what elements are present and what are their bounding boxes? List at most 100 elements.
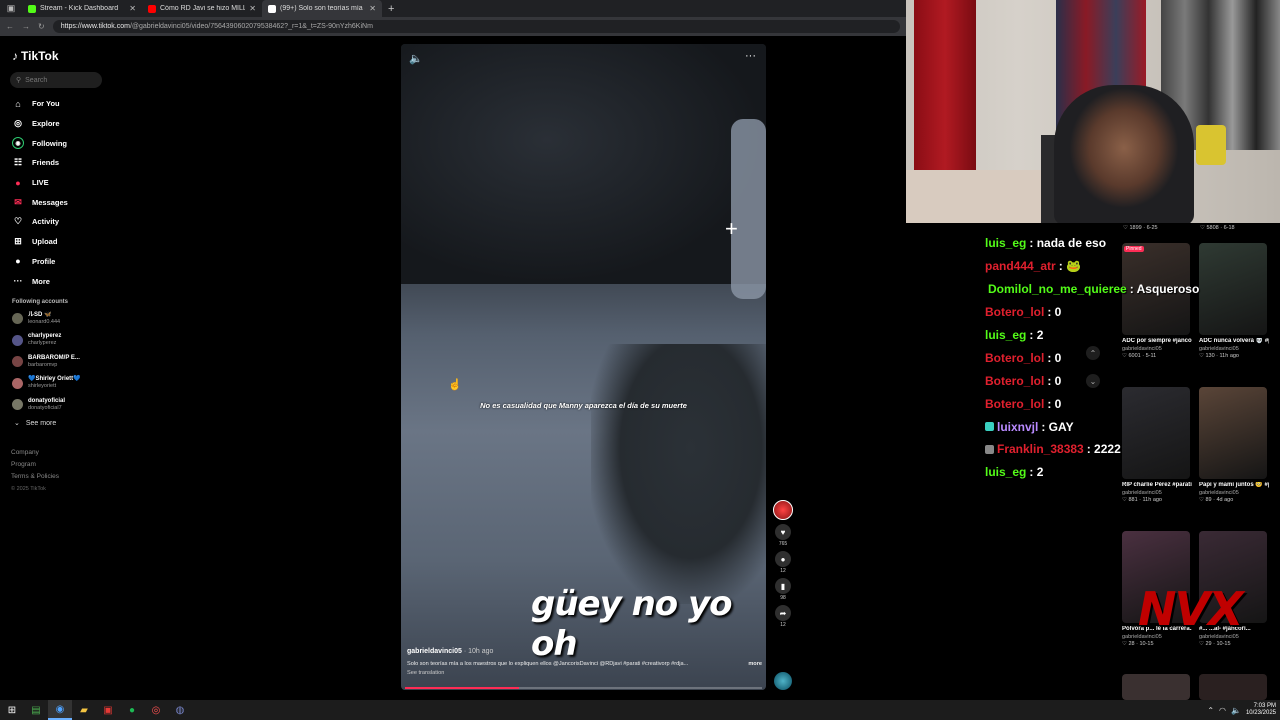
nav-item-explore[interactable]: ◎ Explore: [0, 114, 120, 134]
home-icon: ⌂: [15, 98, 21, 109]
see-more-button[interactable]: ⌄ See more: [0, 415, 120, 431]
share-button[interactable]: ➦ 12: [772, 605, 794, 628]
browser-toolbar: ← → ↻ https://www.tiktok.com /@gabrielda…: [0, 17, 906, 36]
creator-avatar[interactable]: [772, 500, 794, 520]
tray-chevron-icon[interactable]: ⌃: [1207, 706, 1214, 715]
chat-badge-icon: [985, 444, 994, 454]
related-video-card[interactable]: Papi y mami juntos 🥺 #parat... gabrieldav…: [1199, 387, 1269, 504]
bookmark-button[interactable]: ▮ 98: [772, 578, 794, 601]
chat-username[interactable]: Botero_lol: [985, 374, 1044, 388]
video-stats: ♡ 881 · 11h ago: [1122, 497, 1162, 503]
related-video-card[interactable]: ADC nunca volverá 💀 #parati... gabrieldav…: [1199, 243, 1269, 360]
following-account[interactable]: 💙Shirley Oriett💙 shirleyoriett: [0, 372, 120, 394]
nav-item-activity[interactable]: ♡ Activity: [0, 212, 120, 232]
chat-username[interactable]: pand444_atr: [985, 259, 1056, 273]
account-text: donatyoficial donatyoficial7: [28, 398, 65, 412]
reload-icon[interactable]: ↻: [38, 22, 45, 31]
nav-item-label: Explore: [32, 119, 60, 129]
chrome-icon[interactable]: ◉: [48, 700, 72, 720]
nav-item-profile[interactable]: ● Profile: [0, 252, 120, 272]
following-account[interactable]: donatyoficial donatyoficial7: [0, 394, 120, 416]
forward-icon[interactable]: →: [22, 22, 30, 31]
previous-video-button[interactable]: ⌃: [1086, 346, 1100, 360]
nav-item-upload[interactable]: ⊞ Upload: [0, 232, 120, 252]
chat-username[interactable]: Domilol_no_me_quieree: [988, 282, 1127, 296]
back-icon[interactable]: ←: [6, 22, 14, 31]
video-author[interactable]: gabrieldavinci05 · 10h ago: [407, 648, 762, 655]
nav-item-more[interactable]: ··· More: [0, 271, 120, 291]
chat-username[interactable]: Botero_lol: [985, 397, 1044, 411]
chat-message: Domilol_no_me_quieree: Asqueroso: [985, 278, 1199, 301]
related-video-card[interactable]: [1122, 674, 1192, 700]
spotify-icon[interactable]: ●: [120, 700, 144, 720]
wifi-icon[interactable]: ◠: [1219, 706, 1226, 715]
volume-icon[interactable]: 🔈: [409, 52, 423, 65]
app-red-icon[interactable]: ▣: [96, 700, 120, 720]
search-input[interactable]: ⚲ Search: [10, 72, 102, 88]
more-button[interactable]: more: [748, 661, 762, 667]
discord-icon[interactable]: ◍: [168, 700, 192, 720]
nav-item-following[interactable]: ◉ Following: [0, 133, 120, 153]
video-meta: gabrieldavinci05 · 10h ago Solo son teor…: [407, 648, 762, 676]
avatar: [12, 334, 23, 346]
chat-text: : 2: [1029, 328, 1044, 342]
related-video-card[interactable]: [1199, 674, 1269, 700]
video-thumbnail: [1199, 387, 1267, 479]
like-button[interactable]: ♥ 765: [772, 524, 794, 547]
video-progress-bar[interactable]: [405, 687, 762, 689]
nav-item-label: Activity: [32, 217, 60, 227]
clock[interactable]: 7:03 PM 10/23/2025: [1246, 703, 1276, 717]
next-video-button[interactable]: ⌄: [1086, 374, 1100, 388]
see-translation-link[interactable]: See translation: [407, 670, 762, 676]
chat-text: : nada de eso: [1029, 236, 1107, 251]
chat-username[interactable]: luixnvjl: [997, 420, 1038, 434]
chat-username[interactable]: Botero_lol: [985, 351, 1044, 365]
chat-username[interactable]: luis_eg: [985, 236, 1026, 250]
video-player[interactable]: 🔈 ··· + No es casualidad que Manny apare…: [401, 44, 766, 690]
windows-start-icon[interactable]: ⊞: [0, 700, 24, 720]
chat-username[interactable]: Botero_lol: [985, 305, 1044, 319]
window-menu-icon[interactable]: ▣: [0, 0, 22, 17]
address-bar[interactable]: https://www.tiktok.com /@gabrieldavinci0…: [52, 20, 900, 33]
video-caption: No es casualidad que Manny aparezca el d…: [480, 401, 687, 410]
like-count: 765: [778, 541, 788, 547]
file-explorer-icon[interactable]: ▰: [72, 700, 96, 720]
url-host: https://www.tiktok.com: [60, 23, 130, 30]
footer-terms-link[interactable]: Terms & Policies: [11, 471, 120, 483]
music-disc-icon[interactable]: [774, 672, 792, 690]
related-stats: ♡ 5808 · 6-18: [1200, 225, 1235, 231]
close-tab-icon[interactable]: ✕: [129, 4, 136, 13]
windows-taskbar: ⊞ ▤ ◉ ▰ ▣ ● ◎ ◍ ⌃ ◠ 🔈 7:03 PM 10/23/2025: [0, 700, 1280, 720]
more-options-icon[interactable]: ···: [745, 50, 756, 62]
chat-text: : Asqueroso: [1129, 282, 1200, 297]
tiktok-logo[interactable]: ♪ TikTok: [0, 44, 120, 68]
chat-overlay: luis_eg: nada de eso pand444_atr: 🐸 Domilo…: [985, 232, 1199, 484]
chat-username[interactable]: Franklin_38383: [997, 442, 1084, 456]
obs-icon[interactable]: ◎: [144, 700, 168, 720]
new-tab-button[interactable]: +: [382, 3, 400, 15]
video-time-ago: · 10h ago: [463, 648, 494, 655]
volume-tray-icon[interactable]: 🔈: [1231, 706, 1241, 715]
following-account[interactable]: ルSD 🦋 leonard0.444: [0, 308, 120, 330]
browser-tab-tiktok[interactable]: (99+) Solo son teorías mía a ✕: [262, 0, 382, 17]
nav-item-messages[interactable]: ✉ Messages: [0, 192, 120, 212]
nav-item-live[interactable]: ● LIVE: [0, 173, 120, 193]
nav-item-for-you[interactable]: ⌂ For You: [0, 94, 120, 114]
video-description-text: Solo son teorías mía a los maestros que …: [407, 661, 689, 667]
following-account[interactable]: charlyperez charlyperez: [0, 329, 120, 351]
chat-username[interactable]: luis_eg: [985, 328, 1026, 342]
chat-text: : 2222: [1086, 442, 1121, 457]
nav-item-friends[interactable]: ☷ Friends: [0, 153, 120, 173]
footer-links: Company Program Terms & Policies © 2025 …: [0, 447, 120, 495]
close-tab-icon[interactable]: ✕: [249, 4, 256, 13]
chat-username[interactable]: luis_eg: [985, 465, 1026, 479]
close-tab-icon[interactable]: ✕: [369, 4, 376, 13]
comment-button[interactable]: ● 12: [772, 551, 794, 574]
browser-tab-kick[interactable]: Stream - Kick Dashboard ✕: [22, 0, 142, 17]
webcam-bed: [906, 170, 1056, 223]
footer-program-link[interactable]: Program: [11, 459, 120, 471]
following-account[interactable]: BARBAROM/P E... barbaromvp: [0, 351, 120, 373]
terminal-icon[interactable]: ▤: [24, 700, 48, 720]
browser-tab-youtube[interactable]: Cómo RD Javi se hizo MILLONARI ✕: [142, 0, 262, 17]
footer-company-link[interactable]: Company: [11, 447, 120, 459]
